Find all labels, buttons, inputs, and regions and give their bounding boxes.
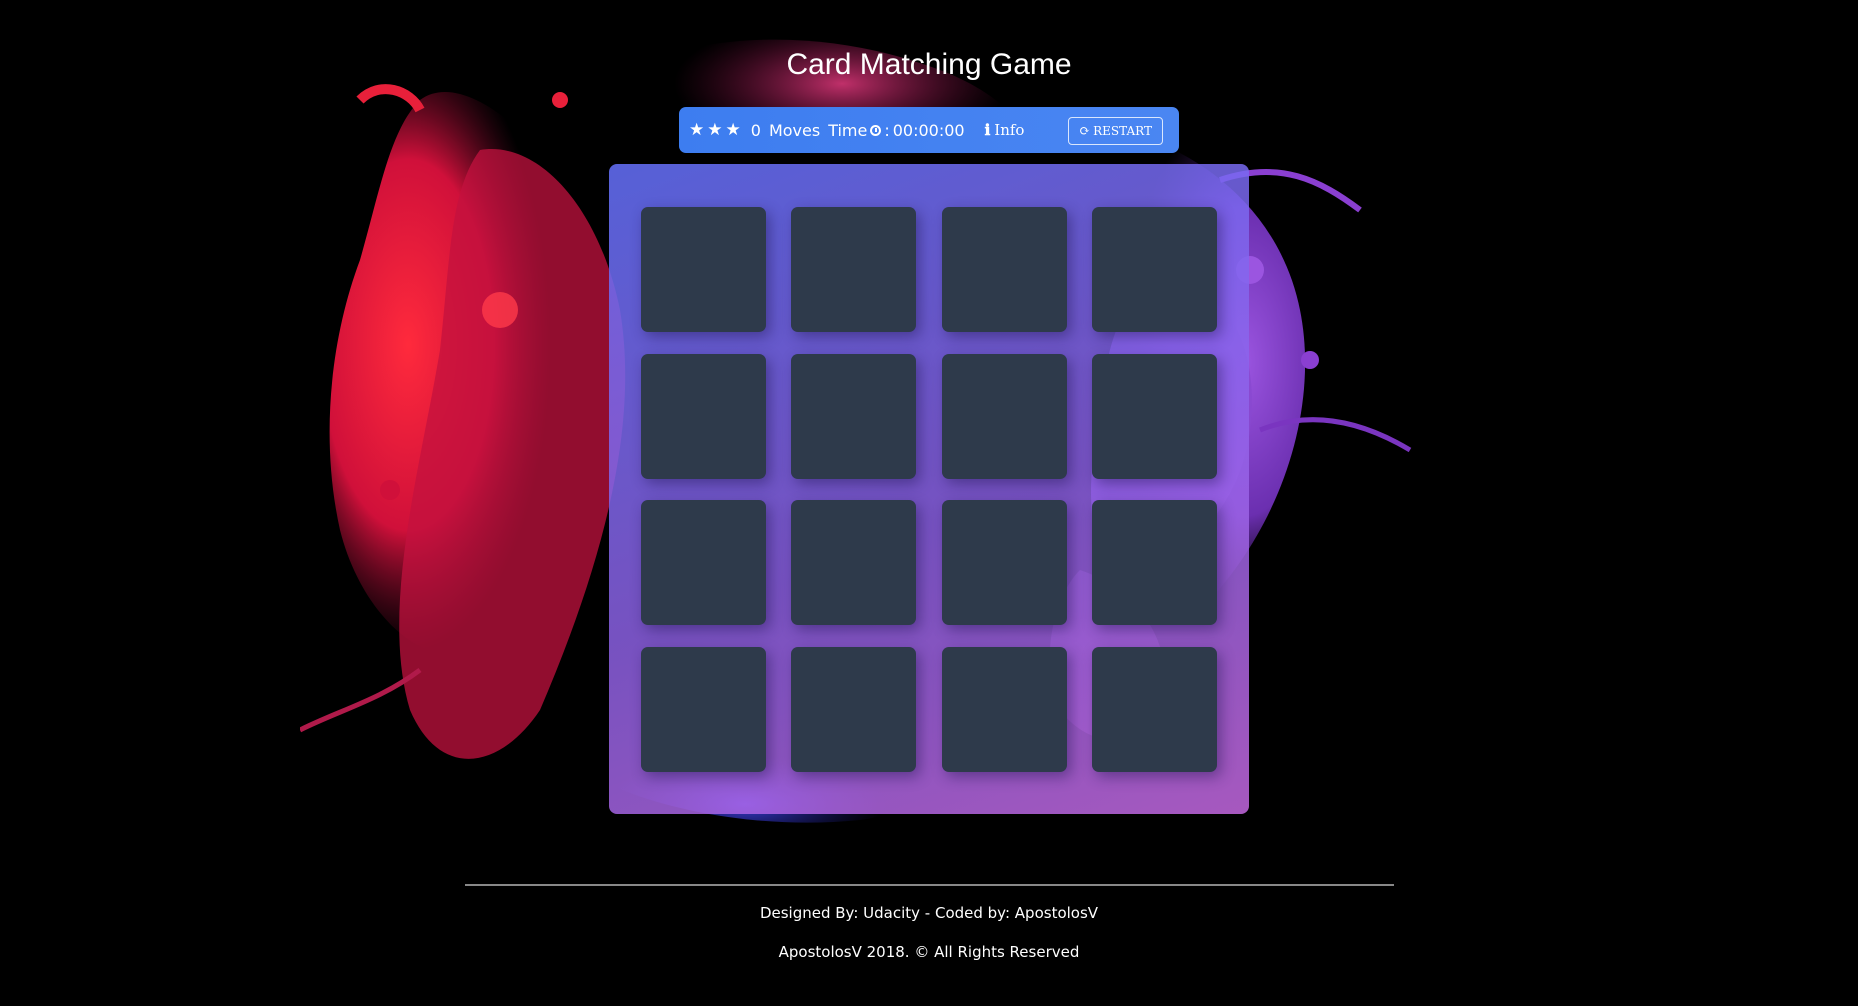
card[interactable] bbox=[791, 500, 916, 625]
moves-label: Moves bbox=[768, 120, 821, 140]
card[interactable] bbox=[791, 647, 916, 772]
info-button[interactable]: ℹ Info bbox=[985, 121, 1025, 139]
time-label: Time bbox=[828, 120, 868, 140]
info-label: Info bbox=[994, 121, 1025, 139]
card[interactable] bbox=[942, 207, 1067, 332]
card[interactable] bbox=[1092, 647, 1217, 772]
game-page: Card Matching Game ★ ★ ★ 0 Moves Time : … bbox=[0, 0, 1858, 1006]
card[interactable] bbox=[791, 207, 916, 332]
timer-separator: : bbox=[884, 120, 890, 140]
star-rating: ★ ★ ★ bbox=[689, 120, 741, 140]
restart-button[interactable]: ⟳ RESTART bbox=[1068, 117, 1163, 145]
restart-label: RESTART bbox=[1093, 124, 1152, 138]
card[interactable] bbox=[791, 354, 916, 479]
card[interactable] bbox=[1092, 354, 1217, 479]
star-icon: ★ bbox=[725, 120, 741, 140]
card-deck bbox=[609, 164, 1249, 814]
score-panel: ★ ★ ★ 0 Moves Time : 00:00:00 ℹ Info ⟳ R… bbox=[679, 107, 1179, 153]
footer-copyright: ApostolosV 2018. © All Rights Reserved bbox=[778, 943, 1080, 961]
info-icon: ℹ bbox=[984, 121, 991, 139]
card[interactable] bbox=[1092, 207, 1217, 332]
footer-credits: Designed By: Udacity - Coded by: Apostol… bbox=[759, 904, 1099, 922]
card[interactable] bbox=[942, 647, 1067, 772]
star-icon: ★ bbox=[689, 120, 705, 140]
card[interactable] bbox=[641, 207, 766, 332]
card[interactable] bbox=[942, 354, 1067, 479]
card[interactable] bbox=[641, 647, 766, 772]
card[interactable] bbox=[641, 354, 766, 479]
timer-display: 00:00:00 bbox=[892, 120, 965, 140]
card[interactable] bbox=[641, 500, 766, 625]
card[interactable] bbox=[1092, 500, 1217, 625]
moves-count: 0 bbox=[750, 120, 761, 140]
card[interactable] bbox=[942, 500, 1067, 625]
restart-icon: ⟳ bbox=[1079, 123, 1091, 139]
footer-divider bbox=[465, 884, 1394, 886]
star-icon: ★ bbox=[707, 120, 723, 140]
clock-icon bbox=[870, 124, 882, 136]
page-title: Card Matching Game bbox=[786, 48, 1072, 81]
